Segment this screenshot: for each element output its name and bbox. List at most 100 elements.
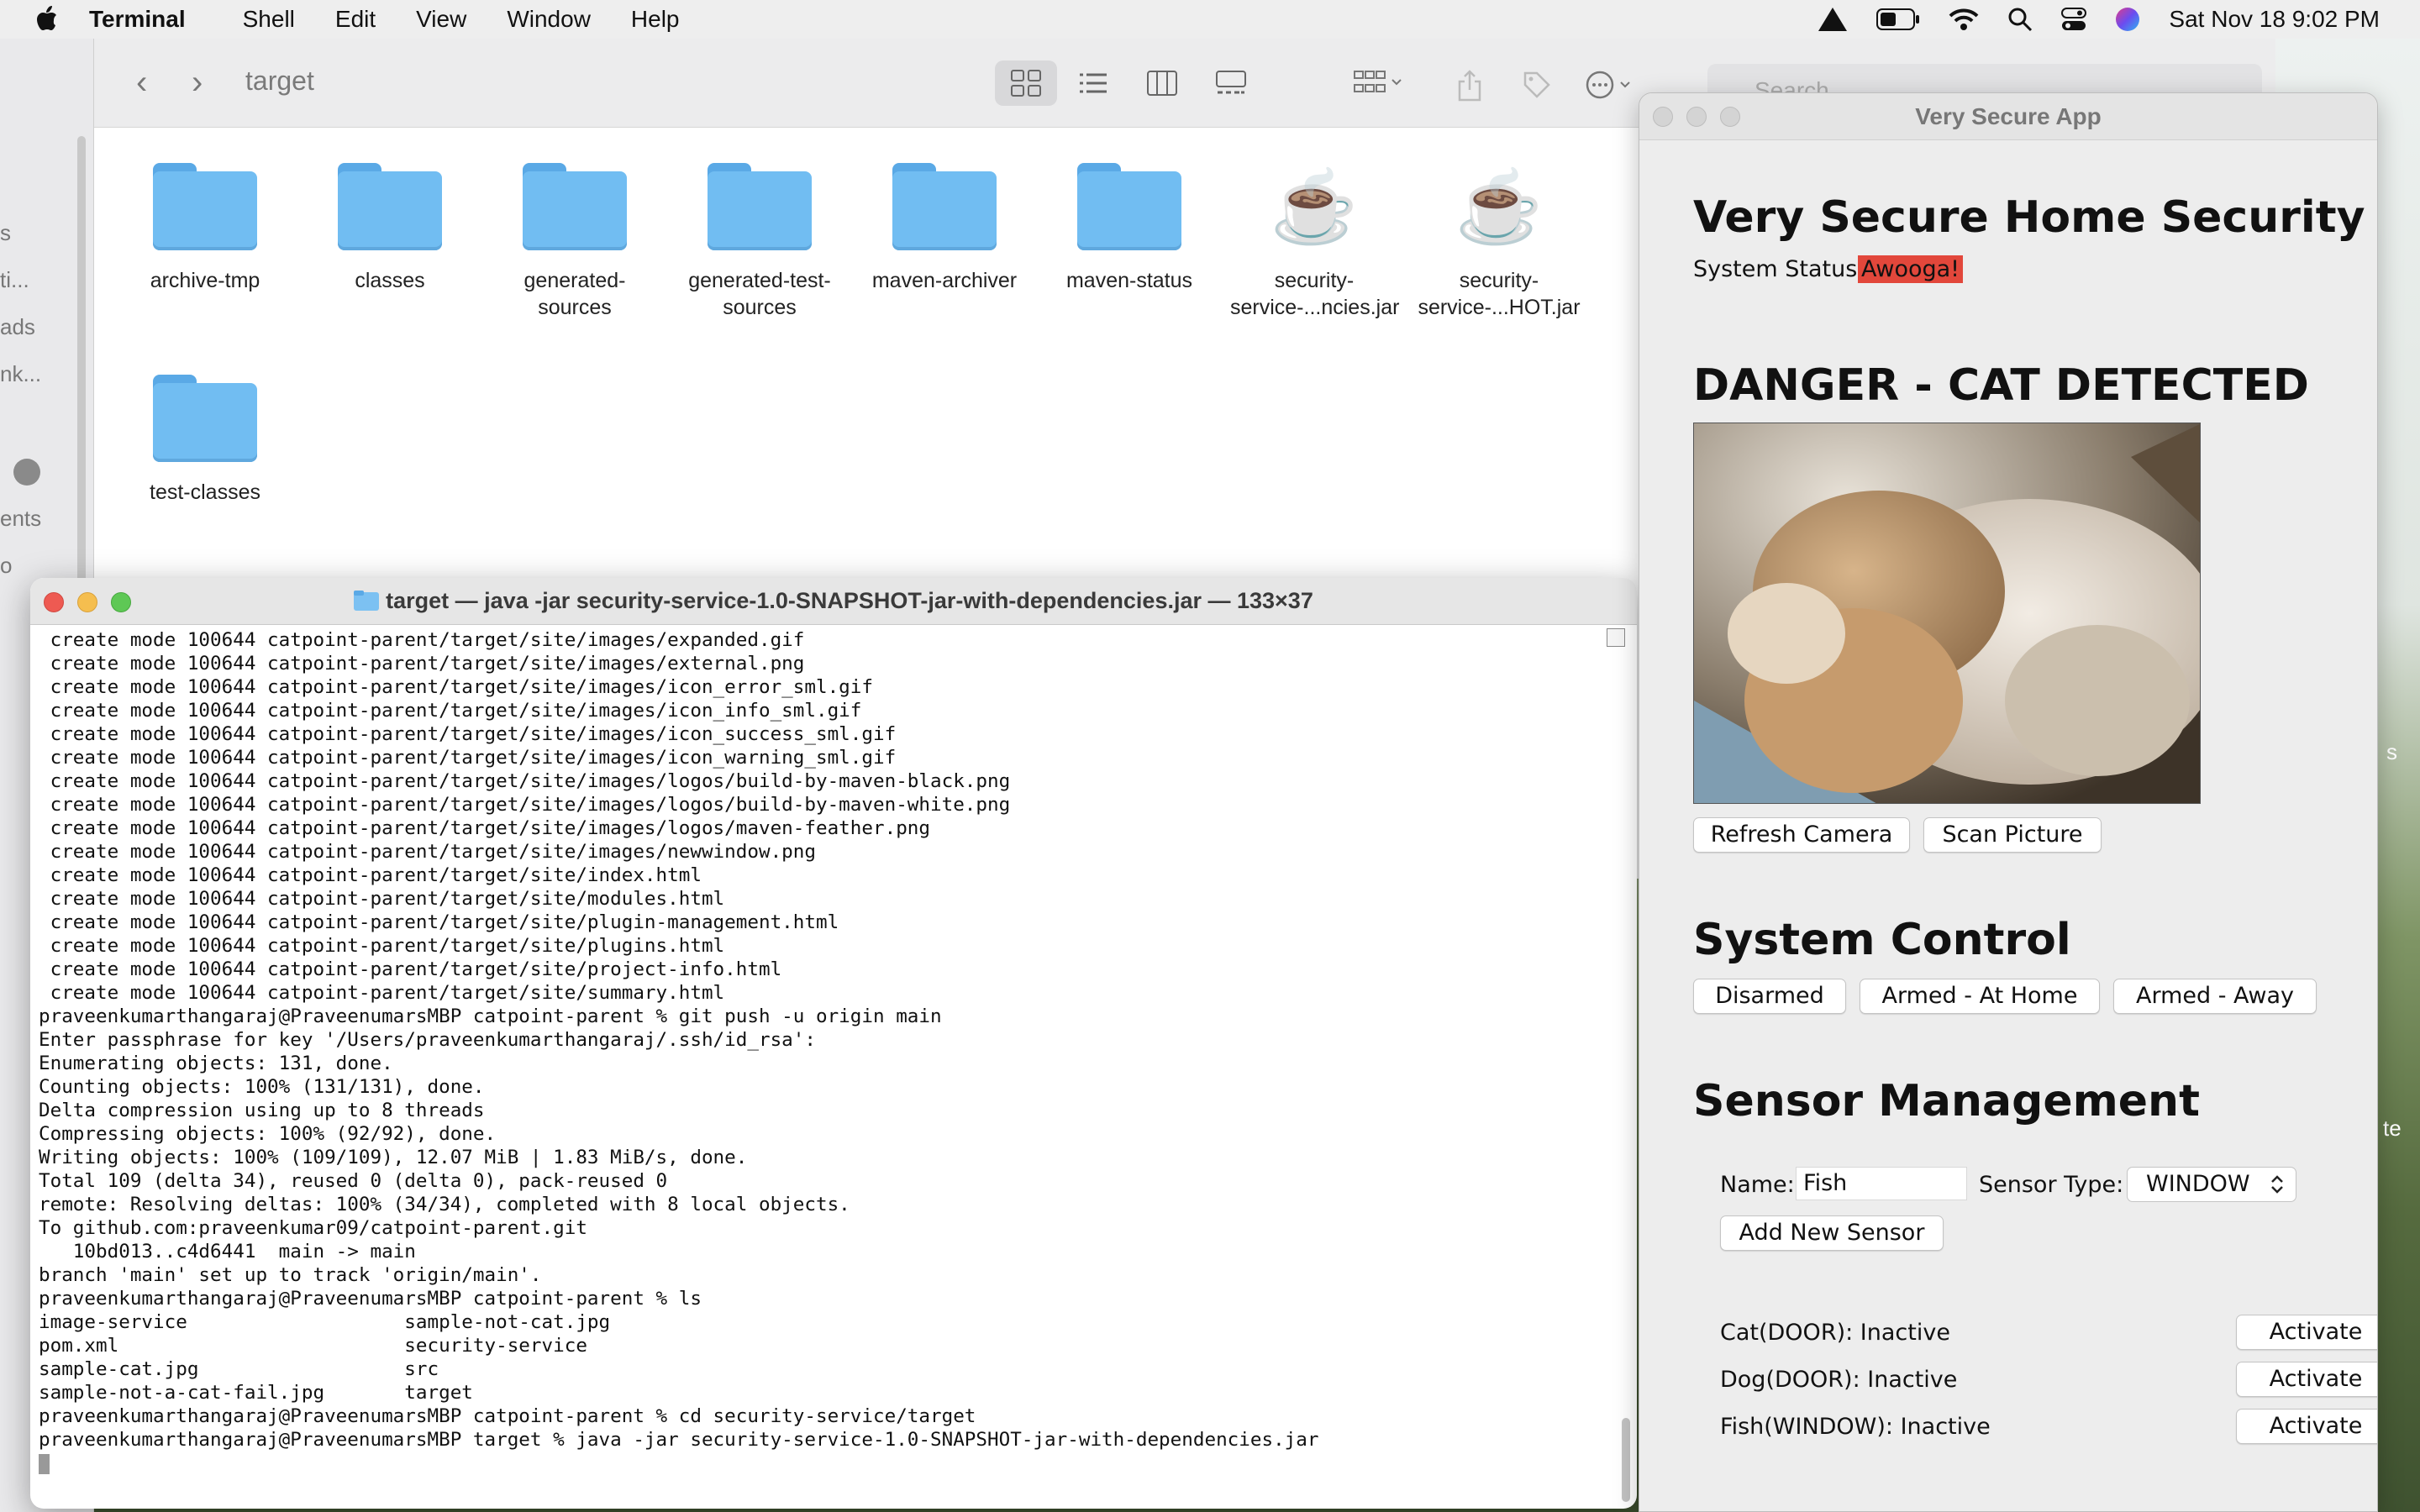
folder-label: maven-status	[1065, 269, 1193, 292]
desktop-edge-text-2: te	[2383, 1116, 2402, 1141]
search-icon[interactable]	[2007, 7, 2033, 32]
terminal-line: create mode 100644 catpoint-parent/targe…	[39, 864, 702, 886]
sensor-type-label: Sensor Type:	[1979, 1172, 2124, 1198]
armed-away-button[interactable]: Armed - Away	[2113, 979, 2317, 1014]
jar-label-line1: security-	[1274, 269, 1355, 292]
secure-app-titlebar[interactable]: Very Secure App	[1639, 93, 2377, 140]
terminal-line: sample-not-a-cat-fail.jpg target	[39, 1382, 473, 1404]
system-control-heading: System Control	[1693, 915, 2071, 965]
armed-at-home-button[interactable]: Armed - At Home	[1860, 979, 2100, 1014]
terminal-line: Writing objects: 100% (109/109), 12.07 M…	[39, 1147, 748, 1168]
forward-icon[interactable]: ›	[192, 64, 203, 102]
folder-label-line2: sources	[538, 296, 612, 319]
terminal-line: create mode 100644 catpoint-parent/targe…	[39, 958, 782, 980]
jar-item[interactable]: ☕ security- service-...HOT.jar	[1415, 163, 1583, 321]
column-view-button[interactable]	[1131, 60, 1193, 106]
folder-item[interactable]: maven-archiver	[860, 163, 1028, 294]
folder-icon	[153, 375, 257, 462]
folder-item[interactable]: archive-tmp	[121, 163, 289, 294]
terminal-line: Delta compression using up to 8 threads	[39, 1100, 485, 1121]
folder-icon	[892, 163, 997, 250]
folder-item[interactable]: test-classes	[121, 375, 289, 506]
folder-item[interactable]: generated- sources	[491, 163, 659, 321]
jar-label-line2: service-...ncies.jar	[1230, 296, 1400, 319]
gallery-view-button[interactable]	[1200, 60, 1262, 106]
folder-label: archive-tmp	[150, 269, 260, 292]
sensor-type-select[interactable]: WINDOW	[2127, 1167, 2296, 1202]
terminal-line: create mode 100644 catpoint-parent/targe…	[39, 770, 1011, 792]
activate-sensor-button[interactable]: Activate	[2236, 1362, 2377, 1397]
terminal-scrollbar[interactable]	[1622, 1418, 1630, 1502]
menu-bar: Terminal Shell Edit View Window Help Sat…	[0, 0, 2420, 39]
control-center-icon[interactable]	[2061, 8, 2087, 31]
terminal-line: sample-cat.jpg src	[39, 1358, 439, 1380]
folder-icon	[1077, 163, 1181, 250]
apple-menu-icon[interactable]	[34, 5, 59, 34]
terminal-line: praveenkumarthangaraj@PraveenumarsMBP ca…	[39, 1005, 942, 1027]
terminal-line: Enter passphrase for key '/Users/praveen…	[39, 1029, 816, 1051]
disarmed-button[interactable]: Disarmed	[1693, 979, 1846, 1014]
menu-status-area: Sat Nov 18 9:02 PM	[1818, 0, 2380, 39]
folder-label: test-classes	[150, 480, 260, 504]
siri-icon[interactable]	[2115, 7, 2140, 32]
group-button[interactable]	[1338, 60, 1418, 106]
terminal-scroll-marker-icon[interactable]	[1607, 628, 1625, 647]
refresh-camera-button[interactable]: Refresh Camera	[1693, 817, 1910, 853]
jar-item[interactable]: ☕ security- service-...ncies.jar	[1230, 163, 1400, 321]
terminal-line: create mode 100644 catpoint-parent/targe…	[39, 888, 725, 910]
add-new-sensor-button[interactable]: Add New Sensor	[1720, 1215, 1944, 1251]
icon-view-button[interactable]	[995, 60, 1057, 106]
terminal-output[interactable]: create mode 100644 catpoint-parent/targe…	[39, 628, 1602, 1475]
activate-sensor-button[interactable]: Activate	[2236, 1315, 2377, 1350]
folder-item[interactable]: maven-status	[1045, 163, 1213, 294]
terminal-line: create mode 100644 catpoint-parent/targe…	[39, 841, 816, 863]
battery-icon[interactable]	[1876, 8, 1920, 30]
terminal-window[interactable]: target — java -jar security-service-1.0-…	[30, 578, 1637, 1509]
share-icon[interactable]	[1439, 60, 1501, 106]
sidebar-item[interactable]: ti...	[0, 267, 29, 293]
menu-help[interactable]: Help	[631, 6, 680, 33]
folder-item[interactable]: classes	[306, 163, 474, 294]
menu-shell[interactable]: Shell	[243, 6, 295, 33]
sidebar-item[interactable]: ents	[0, 506, 41, 532]
folder-label-line2: sources	[723, 296, 797, 319]
folder-item[interactable]: generated-test- sources	[676, 163, 844, 321]
terminal-line: To github.com:praveenkumar09/catpoint-pa…	[39, 1217, 587, 1239]
scan-picture-button[interactable]: Scan Picture	[1923, 817, 2102, 853]
terminal-titlebar[interactable]: target — java -jar security-service-1.0-…	[30, 578, 1637, 625]
back-icon[interactable]: ‹	[136, 64, 147, 102]
camera-image	[1693, 423, 2201, 804]
sidebar-tag-dot[interactable]	[13, 459, 40, 486]
list-view-button[interactable]	[1062, 60, 1124, 106]
wifi-icon[interactable]	[1949, 8, 1979, 31]
sensor-name-input[interactable]: Fish	[1796, 1167, 1967, 1200]
terminal-line: create mode 100644 catpoint-parent/targe…	[39, 629, 805, 651]
terminal-line: Compressing objects: 100% (92/92), done.	[39, 1123, 497, 1145]
menu-edit[interactable]: Edit	[335, 6, 376, 33]
app-heading: Very Secure Home Security	[1693, 192, 2365, 243]
terminal-title: target — java -jar security-service-1.0-…	[30, 588, 1637, 614]
warning-icon[interactable]	[1818, 7, 1848, 32]
menu-window[interactable]: Window	[507, 6, 591, 33]
terminal-line: create mode 100644 catpoint-parent/targe…	[39, 982, 725, 1004]
menu-view[interactable]: View	[416, 6, 466, 33]
sidebar-item[interactable]: s	[0, 220, 11, 246]
finder-title: target	[245, 66, 314, 96]
tag-icon[interactable]	[1506, 60, 1568, 106]
folder-label-line1: generated-test-	[688, 269, 831, 292]
sidebar-item[interactable]: o	[0, 553, 12, 579]
folder-icon	[708, 163, 812, 250]
secure-app-window: Very Secure App Very Secure Home Securit…	[1639, 92, 2378, 1512]
sidebar-item[interactable]: ads	[0, 314, 35, 340]
terminal-line: Enumerating objects: 131, done.	[39, 1053, 393, 1074]
activate-sensor-button[interactable]: Activate	[2236, 1409, 2377, 1444]
more-actions-icon[interactable]	[1570, 60, 1650, 106]
sidebar-item[interactable]: nk...	[0, 361, 41, 387]
terminal-line: create mode 100644 catpoint-parent/targe…	[39, 817, 931, 839]
java-cup-icon: ☕	[1455, 167, 1544, 246]
menu-clock[interactable]: Sat Nov 18 9:02 PM	[2169, 6, 2380, 33]
folder-label-line1: generated-	[523, 269, 626, 292]
status-badge: Awooga!	[1858, 255, 1964, 283]
terminal-line: remote: Resolving deltas: 100% (34/34), …	[39, 1194, 850, 1215]
menu-app-name[interactable]: Terminal	[89, 6, 186, 33]
